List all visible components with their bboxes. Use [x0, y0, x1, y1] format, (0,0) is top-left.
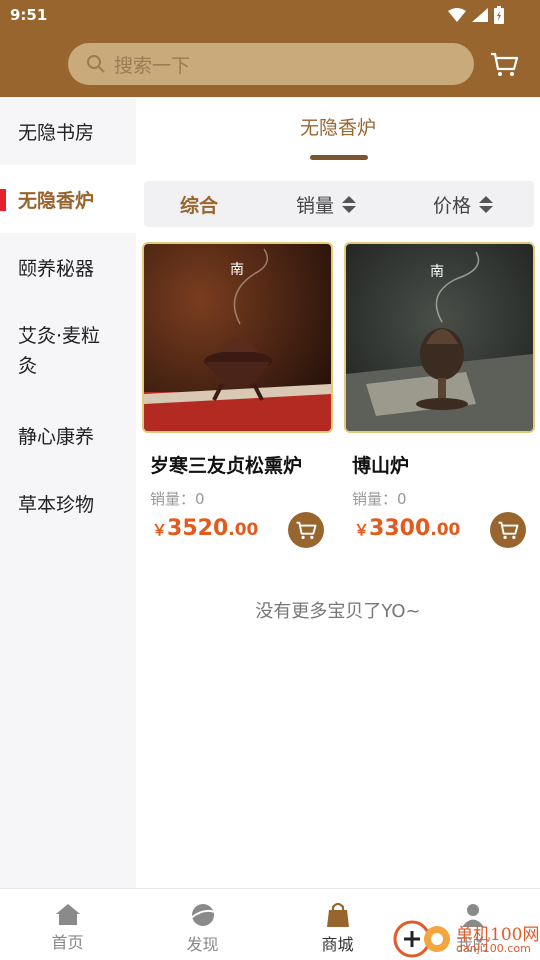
sidebar-item-label: 艾灸·麦粒灸 — [18, 325, 101, 377]
category-title-underline — [310, 155, 368, 160]
app-root: 9:51 搜索一下 无隐书房 无隐香炉 颐养秘器 艾灸·麦粒灸 静心康养 草本珍… — [0, 0, 540, 960]
sort-arrows-icon — [479, 195, 494, 213]
sidebar-item-label: 无隐香炉 — [18, 189, 95, 212]
status-icons — [448, 6, 504, 24]
category-sidebar: 无隐书房 无隐香炉 颐养秘器 艾灸·麦粒灸 静心康养 草本珍物 — [0, 97, 136, 888]
tab-discover-label: 发现 — [186, 935, 219, 954]
svg-text:南: 南 — [230, 262, 244, 278]
sidebar-item-wellness-tools[interactable]: 颐养秘器 — [0, 233, 136, 301]
sidebar-item-label: 无隐书房 — [18, 121, 95, 144]
product-price: ￥3300.00 — [354, 516, 460, 541]
sort-comprehensive-label: 综合 — [180, 194, 219, 217]
price-currency: ￥ — [354, 521, 370, 539]
product-photo-boshan-burner: 南 — [346, 244, 533, 431]
status-time: 9:51 — [10, 6, 48, 24]
product-sales: 销量：0 — [150, 490, 205, 508]
sort-price[interactable]: 价格 — [433, 181, 494, 227]
discover-icon — [189, 904, 215, 926]
search-placeholder: 搜索一下 — [114, 54, 191, 77]
sidebar-item-moxibustion[interactable]: 艾灸·麦粒灸 — [0, 301, 136, 401]
search-bar[interactable]: 搜索一下 — [68, 43, 474, 85]
battery-icon — [494, 6, 504, 24]
wifi-icon — [448, 8, 466, 22]
status-bar: 9:51 — [0, 0, 540, 32]
product-image[interactable]: 南 — [142, 242, 333, 433]
tab-home[interactable]: 首页 — [0, 889, 135, 960]
sort-price-label: 价格 — [433, 194, 472, 217]
sort-bar: 综合 销量 价格 — [144, 181, 534, 227]
tab-home-label: 首页 — [51, 933, 84, 952]
sidebar-item-calm-health[interactable]: 静心康养 — [0, 401, 136, 469]
search-icon — [87, 55, 105, 73]
header: 9:51 搜索一下 — [0, 0, 540, 97]
sidebar-item-herbal[interactable]: 草本珍物 — [0, 469, 136, 537]
sort-comprehensive[interactable]: 综合 — [180, 181, 218, 227]
product-card[interactable]: 南 博山炉 销量：0 ￥3300.00 — [344, 242, 536, 548]
cart-icon[interactable] — [489, 49, 519, 79]
product-image[interactable]: 南 — [344, 242, 535, 433]
product-sales: 销量：0 — [352, 490, 407, 508]
price-integer: 3520 — [167, 516, 229, 541]
sort-sales[interactable]: 销量 — [296, 181, 357, 227]
price-currency: ￥ — [152, 521, 168, 539]
mall-bag-icon — [326, 902, 349, 927]
tab-mall-label: 商城 — [321, 935, 354, 954]
svg-text:南: 南 — [430, 264, 444, 280]
sidebar-item-label: 静心康养 — [18, 425, 95, 448]
sidebar-item-study[interactable]: 无隐书房 — [0, 97, 136, 165]
cart-icon — [498, 521, 519, 539]
site-watermark: 单机100网 danji100.com — [392, 914, 540, 960]
sort-arrows-icon — [342, 195, 357, 213]
price-integer: 3300 — [369, 516, 431, 541]
product-panel: 无隐香炉 综合 销量 价格 南 岁寒三友贞松熏炉 销量：0 ￥3520.00 南… — [136, 97, 540, 888]
home-icon — [55, 904, 80, 925]
price-decimal: .00 — [228, 520, 259, 540]
price-decimal: .00 — [430, 520, 461, 540]
product-name[interactable]: 岁寒三友贞松熏炉 — [150, 451, 334, 478]
no-more-items-text: 没有更多宝贝了YO~ — [255, 601, 421, 622]
watermark-logo — [393, 920, 450, 958]
product-name[interactable]: 博山炉 — [352, 451, 536, 478]
add-to-cart-button[interactable] — [490, 512, 526, 548]
signal-icon — [472, 8, 488, 22]
add-to-cart-button[interactable] — [288, 512, 324, 548]
category-title: 无隐香炉 — [299, 117, 376, 139]
sidebar-item-incense-burner[interactable]: 无隐香炉 — [0, 165, 136, 233]
cart-icon — [296, 521, 317, 539]
sidebar-item-label: 草本珍物 — [18, 493, 95, 516]
product-photo-incense-burner: 南 — [144, 244, 331, 431]
watermark-url: danji100.com — [456, 942, 531, 955]
tab-discover[interactable]: 发现 — [135, 889, 270, 960]
product-price: ￥3520.00 — [152, 516, 258, 541]
product-card[interactable]: 南 岁寒三友贞松熏炉 销量：0 ￥3520.00 — [142, 242, 334, 548]
sidebar-item-label: 颐养秘器 — [18, 257, 95, 280]
sort-sales-label: 销量 — [296, 194, 335, 217]
tab-mall[interactable]: 商城 — [270, 889, 405, 960]
